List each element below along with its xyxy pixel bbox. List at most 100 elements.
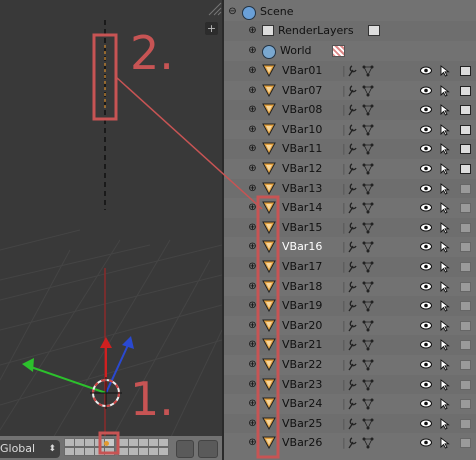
expand-icon[interactable]: ⊕ [248,340,257,350]
visibility-eye-icon[interactable] [420,262,432,271]
modifier-wrench-icon[interactable] [346,338,358,351]
mesh-data-icon[interactable] [362,379,374,391]
expand-icon[interactable]: ⊕ [248,399,257,409]
mesh-data-icon[interactable] [362,437,374,449]
render-camera-icon[interactable] [460,399,471,410]
selectability-cursor-icon[interactable] [440,261,450,273]
mesh-data-icon[interactable] [362,339,374,351]
modifier-wrench-icon[interactable] [346,240,358,253]
collapse-icon[interactable]: ⊖ [228,7,237,17]
visibility-eye-icon[interactable] [420,282,432,291]
proportional-edit-icon[interactable] [198,440,218,458]
visibility-eye-icon[interactable] [420,86,432,95]
expand-icon[interactable]: ⊕ [248,360,257,370]
outliner-object-row[interactable]: ⊕ VBar08 | [224,100,476,120]
mesh-data-icon[interactable] [362,241,374,253]
modifier-wrench-icon[interactable] [346,358,358,371]
object-name-label[interactable]: VBar23 [282,375,322,394]
object-name-label[interactable]: VBar15 [282,218,322,237]
mesh-data-icon[interactable] [362,163,374,175]
renderlayers-label[interactable]: RenderLayers [278,21,354,40]
selectability-cursor-icon[interactable] [440,398,450,410]
object-name-label[interactable]: VBar07 [282,81,322,100]
outliner-object-row[interactable]: ⊕ VBar13 | [224,178,476,199]
visibility-eye-icon[interactable] [420,321,432,330]
selectability-cursor-icon[interactable] [440,359,450,371]
modifier-wrench-icon[interactable] [346,221,358,234]
outliner-scene-row[interactable]: ⊖ Scene [224,2,476,22]
mesh-data-icon[interactable] [362,85,374,97]
outliner-object-row[interactable]: ⊕ VBar20 | [224,316,476,336]
modifier-wrench-icon[interactable] [346,162,358,175]
expand-icon[interactable]: ⊕ [248,85,257,95]
expand-icon[interactable]: ⊕ [248,144,257,154]
object-name-label[interactable]: VBar10 [282,120,322,139]
visibility-eye-icon[interactable] [420,184,432,193]
object-name-label[interactable]: VBar25 [282,414,322,433]
render-camera-icon[interactable] [460,242,471,253]
mesh-data-icon[interactable] [362,222,374,234]
layer-button[interactable] [158,447,169,456]
selectability-cursor-icon[interactable] [440,221,450,234]
object-name-label[interactable]: VBar12 [282,159,322,178]
expand-icon[interactable]: ⊕ [248,222,257,232]
area-split-corner-icon[interactable] [206,0,222,16]
layer-button[interactable] [158,438,169,447]
visibility-eye-icon[interactable] [420,340,432,349]
modifier-wrench-icon[interactable] [346,299,358,312]
selectability-cursor-icon[interactable] [440,417,450,430]
world-texture-icon[interactable] [332,45,345,57]
visibility-eye-icon[interactable] [420,301,432,310]
outliner-object-row[interactable]: ⊕ VBar25 | [224,413,476,434]
object-name-label[interactable]: VBar21 [282,335,322,354]
object-name-label[interactable]: VBar16 [282,237,322,256]
selectability-cursor-icon[interactable] [440,84,450,97]
layer-buttons[interactable] [64,438,172,458]
selectability-cursor-icon[interactable] [440,300,450,312]
snap-icon[interactable] [176,440,194,458]
outliner-object-row[interactable]: ⊕ VBar15 | [224,217,476,238]
selectability-cursor-icon[interactable] [440,241,450,253]
expand-icon[interactable]: ⊕ [248,46,257,56]
modifier-wrench-icon[interactable] [346,319,358,332]
modifier-wrench-icon[interactable] [346,397,358,410]
transform-orientation-select[interactable]: Global ⬍ [0,440,60,458]
outliner-object-row[interactable]: ⊕ VBar16 | [224,237,476,257]
outliner-object-row[interactable]: ⊕ VBar17 | [224,257,476,277]
expand-icon[interactable]: ⊕ [248,242,257,252]
world-label[interactable]: World [280,41,312,60]
selectability-cursor-icon[interactable] [440,65,450,77]
render-icon[interactable] [368,25,380,36]
outliner-object-row[interactable]: ⊕ VBar21 | [224,335,476,355]
render-camera-icon[interactable] [460,438,471,449]
visibility-eye-icon[interactable] [420,144,432,153]
visibility-eye-icon[interactable] [420,419,432,428]
selectability-cursor-icon[interactable] [440,280,450,293]
selectability-cursor-icon[interactable] [440,163,450,175]
visibility-eye-icon[interactable] [420,242,432,251]
modifier-wrench-icon[interactable] [346,64,358,77]
mesh-data-icon[interactable] [362,300,374,312]
mesh-data-icon[interactable] [362,124,374,136]
modifier-wrench-icon[interactable] [346,103,358,116]
mesh-data-icon[interactable] [362,183,374,195]
modifier-wrench-icon[interactable] [346,142,358,155]
selectability-cursor-icon[interactable] [440,104,450,116]
modifier-wrench-icon[interactable] [346,417,358,430]
outliner-world-row[interactable]: ⊕ World [224,41,476,61]
object-name-label[interactable]: VBar13 [282,179,322,198]
selectability-cursor-icon[interactable] [440,339,450,351]
render-camera-icon[interactable] [460,124,471,135]
layer-button[interactable] [104,447,115,456]
object-name-label[interactable]: VBar17 [282,257,322,276]
expand-icon[interactable]: ⊕ [248,262,257,272]
render-camera-icon[interactable] [460,144,471,155]
viewport-canvas[interactable] [0,0,222,460]
object-name-label[interactable]: VBar20 [282,316,322,335]
outliner-object-row[interactable]: ⊕ VBar01 | [224,61,476,81]
object-name-label[interactable]: VBar19 [282,296,322,315]
object-name-label[interactable]: VBar14 [282,198,322,217]
render-camera-icon[interactable] [460,379,471,390]
mesh-data-icon[interactable] [362,359,374,371]
modifier-wrench-icon[interactable] [346,378,358,391]
